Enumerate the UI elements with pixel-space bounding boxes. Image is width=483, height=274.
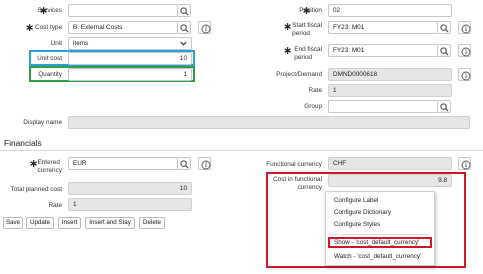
services-lookup-button[interactable] (178, 4, 191, 17)
menu-item-show-field[interactable]: Show - 'cost_default_currency' (334, 239, 419, 247)
quantity-label: Quantity (38, 71, 62, 78)
position-label: Position (299, 7, 322, 14)
entered-currency-label: Entered currency (37, 159, 62, 175)
cost-type-lookup-button[interactable] (178, 21, 191, 34)
start-fiscal-period-input[interactable]: FY23: M01 (328, 21, 438, 34)
start-fiscal-period-info-button[interactable] (458, 21, 471, 34)
rate-input[interactable]: 1 (328, 84, 452, 97)
display-name-label: Display name (23, 119, 62, 126)
chevron-down-icon (180, 41, 187, 46)
financials-divider (0, 150, 483, 151)
info-icon (461, 24, 470, 33)
menu-item-configure-styles[interactable]: Configure Styles (334, 221, 380, 229)
search-icon (440, 24, 449, 33)
quantity-input[interactable]: 1 (68, 68, 192, 81)
save-button[interactable]: Save (3, 217, 23, 229)
financials-rate-label: Rate (48, 202, 63, 209)
group-label: Group (304, 103, 322, 110)
group-lookup-button[interactable] (438, 100, 451, 113)
end-fiscal-period-lookup-button[interactable] (438, 44, 451, 57)
start-fiscal-period-label: Start fiscal period (292, 22, 322, 38)
cost-type-info-button[interactable] (198, 21, 211, 34)
end-fiscal-period-info-button[interactable] (458, 44, 471, 57)
project-demand-input[interactable]: DMND0000618 (328, 68, 452, 81)
update-button[interactable]: Update (26, 217, 54, 229)
search-icon (440, 47, 449, 56)
search-icon (180, 160, 189, 169)
project-demand-label: Project/Demand (276, 71, 322, 78)
total-planned-cost-label: Total planned cost (10, 186, 62, 193)
cost-type-label: Cost type (35, 24, 62, 31)
unit-select-value: items (73, 40, 89, 47)
entered-currency-input[interactable]: EUR (68, 157, 178, 170)
search-icon (180, 7, 189, 16)
position-input[interactable]: 02 (328, 4, 452, 17)
start-fiscal-period-lookup-button[interactable] (438, 21, 451, 34)
end-fiscal-period-label-line1: End fiscal (294, 46, 322, 53)
functional-currency-label: Functional currency (266, 161, 322, 168)
insert-button[interactable]: Insert (58, 217, 81, 229)
unit-cost-label: Unit cost (37, 55, 62, 62)
entered-currency-label-line2: currency (37, 167, 62, 174)
functional-currency-info-button[interactable] (458, 157, 471, 170)
required-marker: ∗ (283, 45, 293, 57)
unit-cost-input[interactable]: 10 (68, 52, 192, 65)
end-fiscal-period-label: End fiscal period (294, 46, 322, 62)
menu-item-configure-label[interactable]: Configure Label (334, 197, 378, 205)
project-demand-info-button[interactable] (458, 68, 471, 81)
required-marker: ∗ (25, 22, 35, 34)
info-icon (201, 24, 210, 33)
functional-currency-input[interactable]: CHF (328, 157, 452, 170)
services-label: Services (37, 7, 62, 14)
start-fiscal-period-label-line1: Start fiscal (292, 22, 322, 29)
display-name-input[interactable] (68, 116, 470, 129)
end-fiscal-period-input[interactable]: FY23: M01 (328, 44, 438, 57)
rate-label: Rate (308, 87, 323, 94)
info-icon (201, 160, 210, 169)
menu-item-configure-dictionary[interactable]: Configure Dictionary (334, 209, 391, 217)
menu-separator (329, 234, 431, 235)
info-icon (461, 47, 470, 56)
cost-in-functional-currency-label: Cost in functional currency (273, 176, 322, 192)
field-context-menu: Configure Label Configure Dictionary Con… (325, 191, 435, 266)
total-planned-cost-input[interactable]: 10 (68, 182, 192, 195)
entered-currency-label-line1: Entered (37, 159, 60, 166)
group-input[interactable] (328, 100, 438, 113)
menu-item-watch-field[interactable]: Watch - 'cost_default_currency' (334, 253, 421, 261)
financials-rate-input[interactable]: 1 (68, 198, 192, 211)
entered-currency-info-button[interactable] (198, 157, 211, 170)
cost-in-functional-currency-input[interactable]: 9.8 (328, 174, 452, 187)
cost-in-functional-currency-label-line1: Cost in functional (272, 176, 322, 183)
info-icon (461, 71, 470, 80)
search-icon (180, 24, 189, 33)
delete-button[interactable]: Delete (139, 217, 165, 229)
cost-type-input[interactable]: B: External Costs (68, 21, 178, 34)
services-input[interactable] (68, 4, 178, 17)
entered-currency-lookup-button[interactable] (178, 157, 191, 170)
insert-and-stay-button[interactable]: Insert and Stay (85, 217, 135, 229)
end-fiscal-period-label-line2: period (294, 54, 313, 61)
unit-label: Unit (50, 40, 62, 47)
search-icon (440, 103, 449, 112)
financials-section-title: Financials (4, 138, 42, 148)
required-marker: ∗ (283, 21, 293, 33)
info-icon (461, 160, 470, 169)
cost-in-functional-currency-label-line2: currency (297, 184, 322, 191)
unit-select[interactable]: items (68, 37, 192, 50)
start-fiscal-period-label-line2: period (292, 30, 310, 37)
